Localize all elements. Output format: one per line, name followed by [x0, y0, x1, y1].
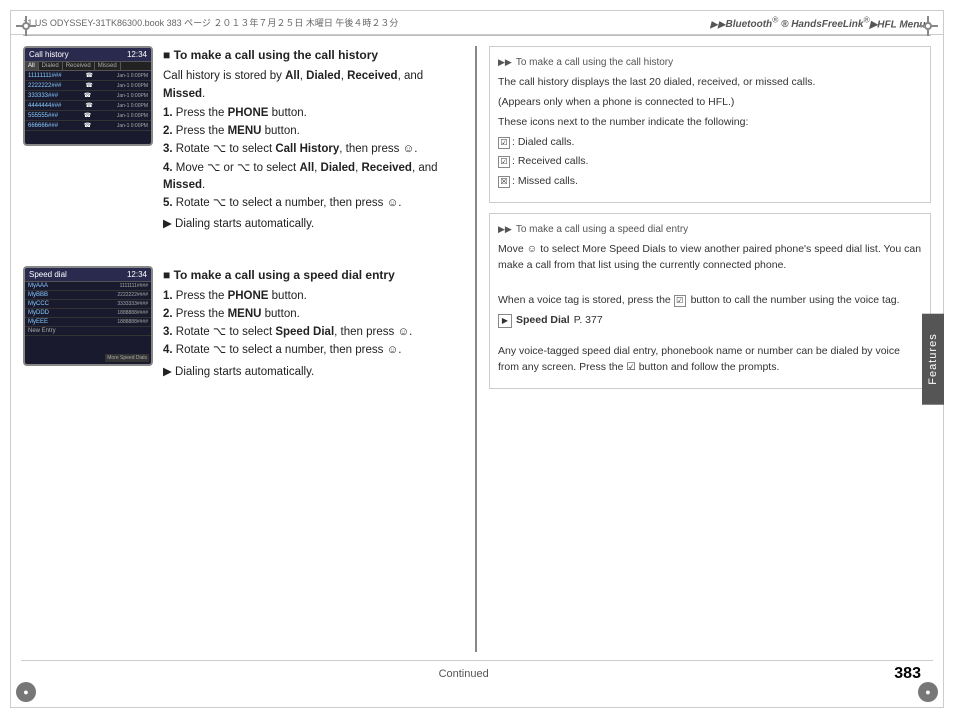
speed-dial-ref-label: Speed Dial — [516, 313, 570, 329]
features-tab: Features — [922, 313, 944, 404]
screen-title: Call history — [29, 50, 69, 59]
missed-icon: ☒ — [498, 176, 510, 188]
table-row: MyBBB2222222#### — [25, 291, 151, 300]
step2-3: 3. Rotate ⌥ to select Speed Dial, then p… — [163, 324, 463, 341]
speed-dial-ref-icon: ▶ — [498, 314, 512, 328]
tab-missed: Missed — [95, 62, 121, 70]
section2-block: Speed dial 12:34 MyAAA1111111#### MyBBB2… — [23, 266, 463, 383]
table-row: 666666###☎Jan-1 0:00PM — [25, 121, 151, 131]
dialed-icon: ☑ — [498, 137, 510, 149]
info-box2-para3: Any voice-tagged speed dial entry, phone… — [498, 344, 922, 376]
screen-header: Call history 12:34 — [25, 48, 151, 62]
info-box2-para1: Move ☺ to select More Speed Dials to vie… — [498, 242, 922, 274]
received-icon: ☑ — [498, 156, 510, 168]
screen2-header: Speed dial 12:34 — [25, 268, 151, 282]
step2-2: 2. Press the MENU button. — [163, 306, 463, 323]
table-row: 555555###☎Jan-1 0:00PM — [25, 111, 151, 121]
right-column: To make a call using the call history Th… — [475, 46, 931, 652]
page-outer: ● ● 11 US ODYSSEY-31TK86300.book 383 ページ… — [10, 10, 944, 708]
info-box-speed-dial: To make a call using a speed dial entry … — [489, 213, 931, 389]
file-info: 11 US ODYSSEY-31TK86300.book 383 ページ ２０１… — [23, 16, 398, 29]
page-number: 383 — [894, 665, 921, 683]
info-box1-para1: The call history displays the last 20 di… — [498, 75, 922, 91]
speed-dial-screen: Speed dial 12:34 MyAAA1111111#### MyBBB2… — [23, 266, 153, 366]
section1-note: Dialing starts automatically. — [163, 216, 463, 233]
section2-title: ■ To make a call using a speed dial entr… — [163, 266, 463, 284]
corner-tr — [918, 16, 938, 36]
speed-dial-ref-page: P. 377 — [574, 313, 603, 329]
step1-5: 5. Rotate ⌥ to select a number, then pre… — [163, 195, 463, 212]
table-row: 2222222###☎Jan-1 0:00PM — [25, 81, 151, 91]
page-header: 11 US ODYSSEY-31TK86300.book 383 ページ ２０１… — [11, 11, 943, 35]
section2-note: Dialing starts automatically. — [163, 364, 463, 381]
tab-all: All — [25, 62, 39, 70]
info-box-call-history: To make a call using the call history Th… — [489, 46, 931, 203]
page-footer: Continued 383 — [21, 660, 933, 687]
section1-title: ■ To make a call using the call history — [163, 46, 463, 64]
table-row: MyDDD1888888#### — [25, 309, 151, 318]
step1-1: 1. Press the PHONE button. — [163, 105, 463, 122]
info-box1-icon1: ☑: Dialed calls. — [498, 135, 922, 151]
section1-instructions: ■ To make a call using the call history … — [163, 46, 463, 235]
call-history-screen: Call history 12:34 All Dialed Received M… — [23, 46, 153, 146]
more-speed-dials: More Speed Dials — [105, 354, 149, 362]
table-row: New Entry — [25, 327, 151, 336]
info-box2-para2: When a voice tag is stored, press the ☑ … — [498, 293, 922, 309]
voice-tag-icon: ☑ — [674, 295, 686, 307]
main-content: Call history 12:34 All Dialed Received M… — [11, 36, 943, 662]
screen-time: 12:34 — [127, 50, 147, 59]
step2-4: 4. Rotate ⌥ to select a number, then pre… — [163, 342, 463, 359]
table-row: 11111111###☎Jan-1 0:00PM — [25, 71, 151, 81]
step1-3: 3. Rotate ⌥ to select Call History, then… — [163, 141, 463, 158]
info-box1-icon2: ☑: Received calls. — [498, 154, 922, 170]
table-row: MyAAA1111111#### — [25, 282, 151, 291]
step1-2: 2. Press the MENU button. — [163, 123, 463, 140]
section2-instructions: ■ To make a call using a speed dial entr… — [163, 266, 463, 383]
table-row: MyCCC3333333#### — [25, 300, 151, 309]
speed-dial-ref: ▶ Speed Dial P. 377 — [498, 313, 922, 329]
step2-1: 1. Press the PHONE button. — [163, 288, 463, 305]
info-box1-title: To make a call using the call history — [498, 55, 922, 70]
left-column: Call history 12:34 All Dialed Received M… — [23, 46, 463, 652]
info-box2-title: To make a call using a speed dial entry — [498, 222, 922, 237]
table-row: MyEEE1888888#### — [25, 318, 151, 327]
screen2-title: Speed dial — [29, 270, 67, 279]
info-box1-para3: These icons next to the number indicate … — [498, 115, 922, 131]
footer-continued: Continued — [439, 668, 489, 680]
corner-tl — [16, 16, 36, 36]
table-row: 4444444###☎Jan-1 0:00PM — [25, 101, 151, 111]
chapter-title: ▶▶Bluetooth® ® HandsFreeLink®▶HFL Menus — [710, 15, 931, 30]
tab-received: Received — [63, 62, 95, 70]
step1-4: 4. Move ⌥ or ⌥ to select All, Dialed, Re… — [163, 160, 463, 195]
table-row: 333333###☎Jan-1 0:00PM — [25, 91, 151, 101]
info-box1-para2: (Appears only when a phone is connected … — [498, 95, 922, 111]
section1-block: Call history 12:34 All Dialed Received M… — [23, 46, 463, 235]
section1-intro: Call history is stored by All, Dialed, R… — [163, 68, 463, 103]
info-box1-icon3: ☒: Missed calls. — [498, 174, 922, 190]
screen2-time: 12:34 — [127, 270, 147, 279]
tab-dialed: Dialed — [39, 62, 63, 70]
screen-tabs: All Dialed Received Missed — [25, 62, 151, 71]
